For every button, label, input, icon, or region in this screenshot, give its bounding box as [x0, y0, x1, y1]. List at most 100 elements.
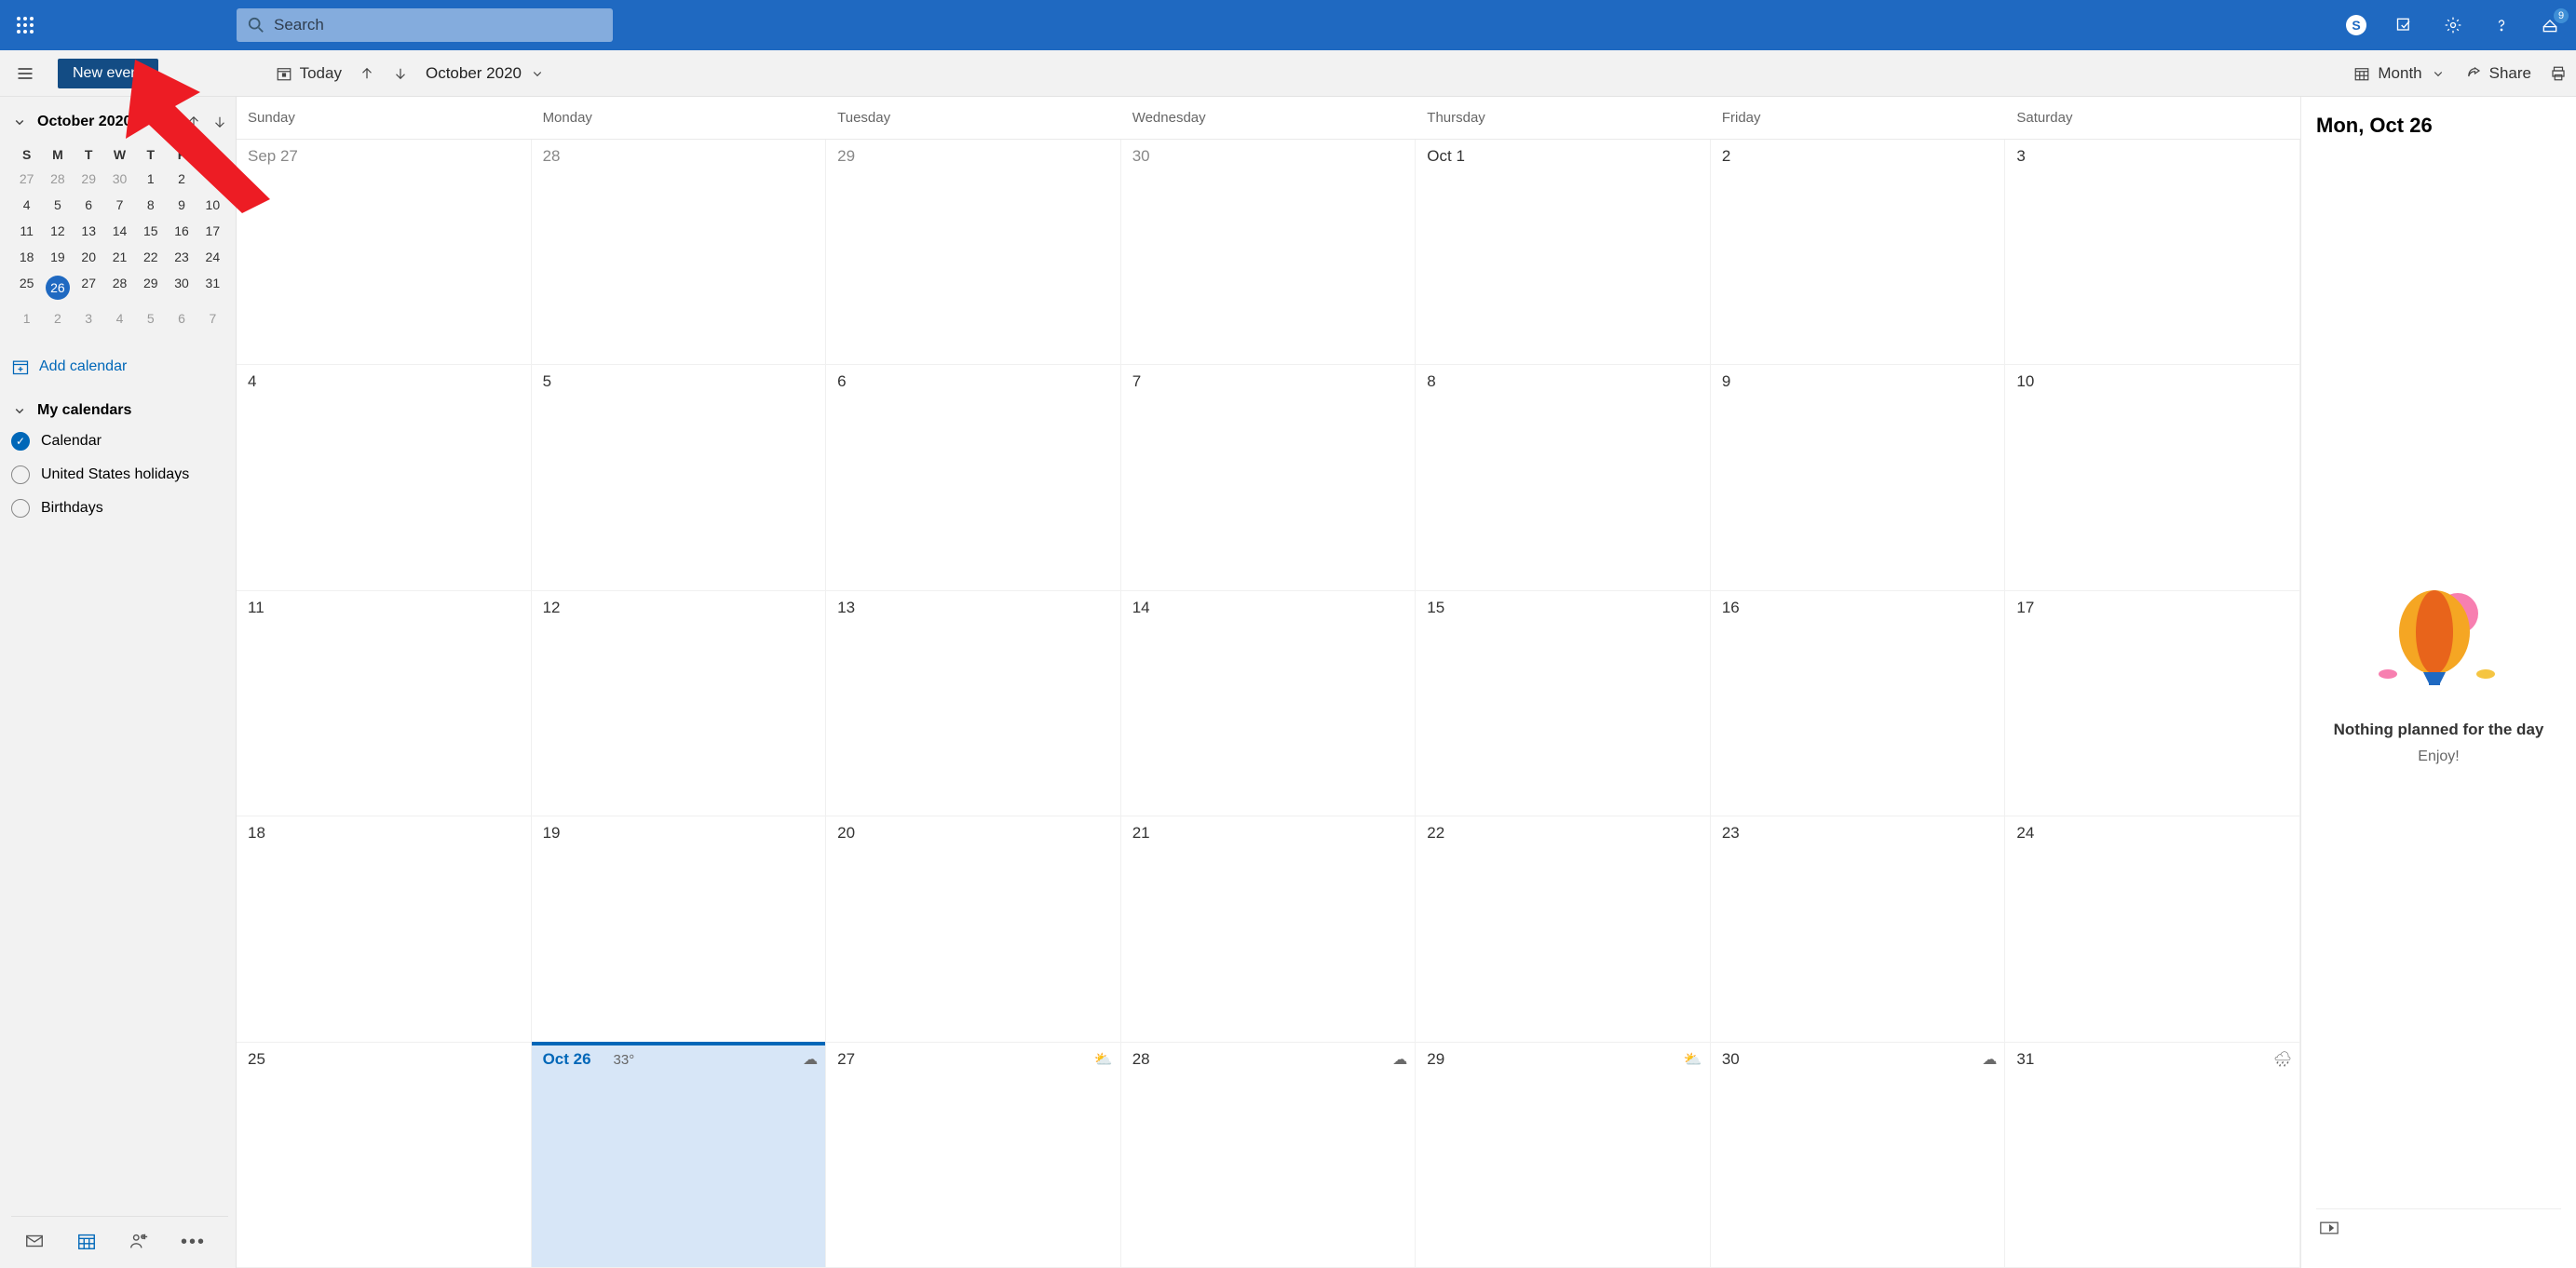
day-cell[interactable]: 10: [2005, 365, 2300, 590]
mail-icon[interactable]: [24, 1231, 45, 1254]
mini-cal-day[interactable]: 31: [197, 270, 228, 305]
calendar-list-item[interactable]: Calendar: [11, 432, 228, 451]
help-icon[interactable]: [2483, 7, 2520, 44]
day-cell[interactable]: 5: [532, 365, 827, 590]
more-icon[interactable]: •••: [181, 1232, 206, 1253]
mini-cal-day[interactable]: 15: [135, 218, 166, 244]
view-selector[interactable]: Month: [2353, 64, 2446, 83]
mini-cal-day[interactable]: 27: [11, 166, 42, 192]
mini-cal-day[interactable]: 8: [135, 192, 166, 218]
mini-cal-day[interactable]: 1: [11, 305, 42, 331]
mini-cal-day[interactable]: 28: [42, 166, 73, 192]
mini-cal-day[interactable]: 14: [104, 218, 135, 244]
mini-cal-day[interactable]: 30: [104, 166, 135, 192]
mini-cal-day[interactable]: 12: [42, 218, 73, 244]
day-cell[interactable]: 13: [826, 591, 1121, 816]
day-cell[interactable]: 2: [1711, 140, 2006, 365]
mini-cal-day[interactable]: 27: [74, 270, 104, 305]
mini-cal-day[interactable]: 30: [166, 270, 197, 305]
skype-icon[interactable]: S: [2338, 7, 2375, 44]
mini-cal-day[interactable]: 20: [74, 244, 104, 270]
mini-cal-day[interactable]: 5: [135, 305, 166, 331]
day-cell[interactable]: 23: [1711, 816, 2006, 1042]
mini-cal-day[interactable]: 22: [135, 244, 166, 270]
day-cell[interactable]: 15: [1416, 591, 1711, 816]
day-cell[interactable]: 16: [1711, 591, 2006, 816]
day-cell[interactable]: 19: [532, 816, 827, 1042]
mini-cal-prev-icon[interactable]: [185, 114, 202, 130]
calendar-icon[interactable]: [76, 1231, 97, 1254]
settings-gear-icon[interactable]: [2434, 7, 2472, 44]
next-arrow-icon[interactable]: [392, 65, 409, 82]
mini-cal-day[interactable]: 21: [104, 244, 135, 270]
search-box[interactable]: [237, 8, 613, 42]
calendar-list-item[interactable]: United States holidays: [11, 465, 228, 484]
mini-cal-day[interactable]: 29: [74, 166, 104, 192]
mini-cal-day[interactable]: 2: [166, 166, 197, 192]
notifications-icon[interactable]: 9: [2531, 7, 2569, 44]
day-cell[interactable]: 14: [1121, 591, 1417, 816]
collapse-panel-icon[interactable]: [2320, 1221, 2339, 1240]
period-picker[interactable]: October 2020: [426, 64, 546, 83]
day-cell[interactable]: 20: [826, 816, 1121, 1042]
calendar-toggle-icon[interactable]: [11, 499, 30, 518]
day-cell[interactable]: 12: [532, 591, 827, 816]
day-cell[interactable]: 27⛅: [826, 1043, 1121, 1268]
day-cell[interactable]: 8: [1416, 365, 1711, 590]
mini-cal-day[interactable]: 6: [74, 192, 104, 218]
mini-cal-day[interactable]: 24: [197, 244, 228, 270]
mini-cal-day[interactable]: 5: [42, 192, 73, 218]
day-cell[interactable]: 18: [237, 816, 532, 1042]
day-cell[interactable]: 17: [2005, 591, 2300, 816]
day-cell[interactable]: Oct 2633°☁: [532, 1043, 827, 1268]
mini-cal-day[interactable]: 3: [74, 305, 104, 331]
day-cell[interactable]: 3: [2005, 140, 2300, 365]
mini-cal-day[interactable]: 19: [42, 244, 73, 270]
mini-cal-day[interactable]: 29: [135, 270, 166, 305]
mini-cal-day[interactable]: 28: [104, 270, 135, 305]
day-cell[interactable]: 28: [532, 140, 827, 365]
day-cell[interactable]: 21: [1121, 816, 1417, 1042]
add-calendar-button[interactable]: Add calendar: [11, 357, 228, 376]
mini-cal-day[interactable]: 1: [135, 166, 166, 192]
mini-cal-day[interactable]: 4: [104, 305, 135, 331]
day-cell[interactable]: 7: [1121, 365, 1417, 590]
mini-cal-day[interactable]: 3: [197, 166, 228, 192]
people-icon[interactable]: [129, 1231, 149, 1254]
day-cell[interactable]: 31🌧: [2005, 1043, 2300, 1268]
day-cell[interactable]: 22: [1416, 816, 1711, 1042]
mini-cal-day[interactable]: 13: [74, 218, 104, 244]
today-button[interactable]: Today: [276, 64, 342, 83]
hamburger-icon[interactable]: [9, 58, 41, 89]
day-cell[interactable]: 29⛅: [1416, 1043, 1711, 1268]
day-cell[interactable]: 30☁: [1711, 1043, 2006, 1268]
day-cell[interactable]: 28☁: [1121, 1043, 1417, 1268]
day-cell[interactable]: 30: [1121, 140, 1417, 365]
my-calendars-section[interactable]: My calendars: [11, 402, 228, 419]
prev-arrow-icon[interactable]: [359, 65, 375, 82]
mini-cal-day[interactable]: 6: [166, 305, 197, 331]
mini-cal-day[interactable]: 26: [42, 270, 73, 305]
mini-cal-day[interactable]: 23: [166, 244, 197, 270]
mini-cal-header[interactable]: October 2020: [11, 114, 228, 130]
mini-cal-day[interactable]: 11: [11, 218, 42, 244]
day-cell[interactable]: 25: [237, 1043, 532, 1268]
mini-cal-day[interactable]: 4: [11, 192, 42, 218]
mini-cal-day[interactable]: 2: [42, 305, 73, 331]
day-cell[interactable]: 9: [1711, 365, 2006, 590]
mini-cal-day[interactable]: 18: [11, 244, 42, 270]
calendar-toggle-icon[interactable]: [11, 432, 30, 451]
new-event-button[interactable]: New event: [58, 59, 158, 88]
mini-cal-day[interactable]: 17: [197, 218, 228, 244]
todo-icon[interactable]: [2386, 7, 2423, 44]
day-cell[interactable]: 11: [237, 591, 532, 816]
mini-cal-day[interactable]: 7: [104, 192, 135, 218]
day-cell[interactable]: 29: [826, 140, 1121, 365]
mini-cal-day[interactable]: 7: [197, 305, 228, 331]
day-cell[interactable]: 6: [826, 365, 1121, 590]
mini-cal-day[interactable]: 16: [166, 218, 197, 244]
app-launcher-icon[interactable]: [7, 7, 43, 43]
mini-cal-day[interactable]: 10: [197, 192, 228, 218]
calendar-list-item[interactable]: Birthdays: [11, 499, 228, 518]
share-button[interactable]: Share: [2465, 64, 2531, 83]
